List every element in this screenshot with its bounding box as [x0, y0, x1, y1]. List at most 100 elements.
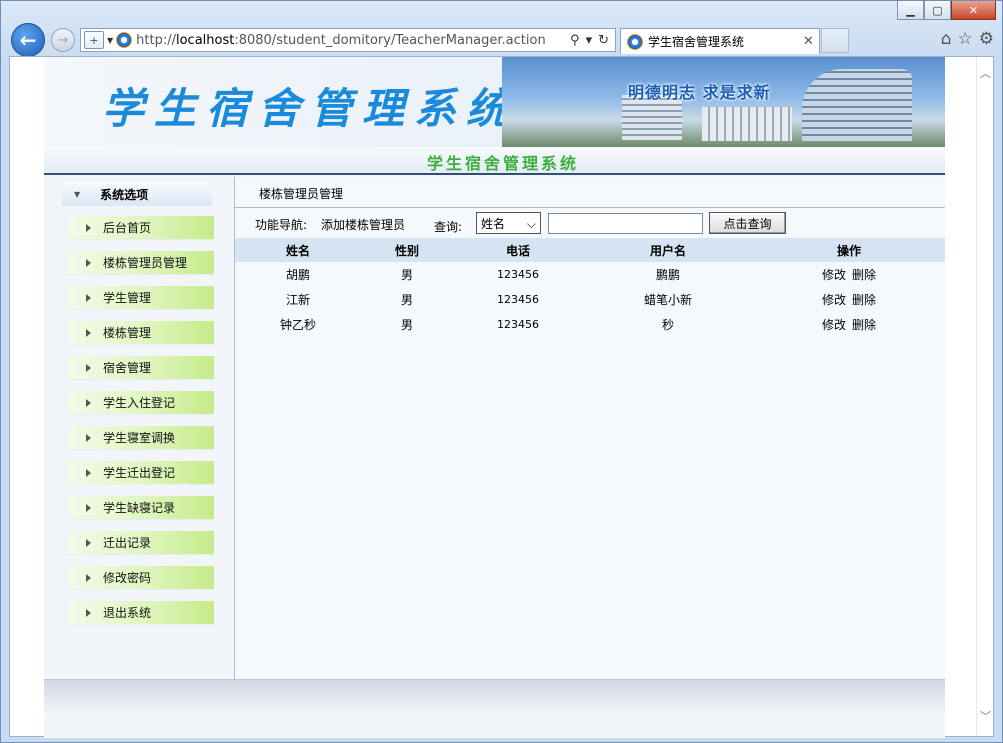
- sidebar-item-students[interactable]: 学生管理: [68, 286, 214, 310]
- sidebar-item-check-in[interactable]: 学生入住登记: [68, 391, 214, 415]
- ie-icon: [627, 34, 643, 50]
- cell-phone: 123456: [453, 293, 583, 306]
- back-arrow-icon[interactable]: ←: [11, 23, 45, 57]
- table-row: 钟乙秒 男 123456 秒 修改 删除: [235, 312, 945, 337]
- triangle-right-icon: [86, 259, 91, 267]
- table-header: 姓名 性别 电话 用户名 操作: [235, 238, 945, 262]
- cell-actions: 修改 删除: [753, 291, 945, 308]
- toolbar: 功能导航: 添加楼栋管理员 查询: 姓名 ⌵ 点击查询: [235, 210, 945, 238]
- main-content: 楼栋管理员管理 功能导航: 添加楼栋管理员 查询: 姓名 ⌵ 点击查询 姓名: [235, 177, 945, 679]
- triangle-right-icon: [86, 224, 91, 232]
- nav-label: 功能导航:: [255, 216, 307, 233]
- cell-actions: 修改 删除: [753, 316, 945, 333]
- sidebar-item-buildings[interactable]: 楼栋管理: [68, 321, 214, 345]
- delete-link[interactable]: 删除: [852, 291, 876, 308]
- triangle-right-icon: [86, 364, 91, 372]
- chevron-down-icon[interactable]: ▼: [107, 36, 113, 45]
- minimize-icon[interactable]: ▁: [897, 1, 924, 20]
- delete-link[interactable]: 删除: [852, 316, 876, 333]
- column-header: 姓名: [235, 242, 361, 259]
- edit-link[interactable]: 修改: [822, 266, 846, 283]
- sidebar-item-checkout-records[interactable]: 迁出记录: [68, 531, 214, 555]
- browser-tab[interactable]: 学生宿舍管理系统 ✕: [620, 28, 820, 54]
- site-subtitle: 学生宿舍管理系统: [427, 150, 579, 174]
- query-label: 查询:: [434, 218, 462, 235]
- sidebar-item-room-swap[interactable]: 学生寝室调换: [68, 426, 214, 450]
- sidebar-item-logout[interactable]: 退出系统: [68, 601, 214, 625]
- search-input[interactable]: [548, 213, 703, 234]
- triangle-right-icon: [86, 399, 91, 407]
- sidebar-item-building-admin[interactable]: 楼栋管理员管理: [68, 251, 214, 275]
- search-icon[interactable]: ⚲: [570, 33, 580, 48]
- page-title: 楼栋管理员管理: [259, 185, 343, 202]
- cell-actions: 修改 删除: [753, 266, 945, 283]
- refresh-icon[interactable]: ↻: [598, 33, 609, 48]
- triangle-right-icon: [86, 504, 91, 512]
- window-controls: ▁ ▢ ✕: [897, 1, 996, 20]
- triangle-right-icon: [86, 294, 91, 302]
- triangle-right-icon: [86, 329, 91, 337]
- ie-icon: [116, 32, 132, 48]
- close-icon[interactable]: ✕: [951, 1, 996, 20]
- address-bar[interactable]: + ▼ http://localhost:8080/student_domito…: [80, 28, 616, 52]
- sidebar-item-check-out[interactable]: 学生迁出登记: [68, 461, 214, 485]
- vertical-scrollbar[interactable]: ︿ ﹀: [976, 57, 993, 736]
- chevron-down-icon[interactable]: ▾: [586, 33, 593, 48]
- subtitle-bar: 学生宿舍管理系统: [44, 147, 945, 175]
- triangle-right-icon: [86, 574, 91, 582]
- sidebar-item-dorms[interactable]: 宿舍管理: [68, 356, 214, 380]
- gear-icon[interactable]: ⚙: [979, 29, 994, 49]
- cell-username: 鹏鹏: [583, 266, 753, 283]
- triangle-right-icon: [86, 434, 91, 442]
- sidebar-item-absence[interactable]: 学生缺寝记录: [68, 496, 214, 520]
- sidebar-heading[interactable]: ▼ 系统选项: [62, 182, 212, 206]
- tab-close-icon[interactable]: ✕: [803, 34, 819, 49]
- cell-username: 蜡笔小新: [583, 291, 753, 308]
- header-banner: 学生宿舍管理系统 明德明志 求是求新: [44, 57, 945, 147]
- cell-gender: 男: [361, 266, 453, 283]
- forward-arrow-icon[interactable]: →: [51, 28, 75, 52]
- browser-window: ▁ ▢ ✕ ← → + ▼ http://localhost:8080/stud…: [0, 0, 1003, 743]
- column-header: 用户名: [583, 242, 753, 259]
- new-tab-button[interactable]: [821, 28, 849, 53]
- triangle-right-icon: [86, 469, 91, 477]
- edit-link[interactable]: 修改: [822, 291, 846, 308]
- url-text[interactable]: http://localhost:8080/student_domitory/T…: [136, 33, 570, 48]
- admin-table: 姓名 性别 电话 用户名 操作 胡鹏 男 123456 鹏鹏 修改 删除: [235, 238, 945, 337]
- cell-name: 江新: [235, 291, 361, 308]
- edit-link[interactable]: 修改: [822, 316, 846, 333]
- sidebar: ▼ 系统选项 后台首页 楼栋管理员管理 学生管理 楼栋管理 宿舍管理 学生入住登…: [44, 177, 235, 679]
- page-footer: [44, 679, 945, 717]
- shield-icon[interactable]: +: [84, 31, 104, 49]
- cell-phone: 123456: [453, 318, 583, 331]
- add-admin-link[interactable]: 添加楼栋管理员: [321, 216, 405, 233]
- table-row: 江新 男 123456 蜡笔小新 修改 删除: [235, 287, 945, 312]
- sidebar-item-home[interactable]: 后台首页: [68, 216, 214, 240]
- chevron-down-icon: ⌵: [527, 217, 536, 232]
- home-icon[interactable]: ⌂: [941, 29, 952, 49]
- scroll-down-icon[interactable]: ﹀: [980, 708, 991, 724]
- column-header: 操作: [753, 242, 945, 259]
- column-header: 性别: [361, 242, 453, 259]
- cell-gender: 男: [361, 291, 453, 308]
- cell-name: 胡鹏: [235, 266, 361, 283]
- query-field-select[interactable]: 姓名 ⌵: [476, 212, 541, 234]
- site-logo: 学生宿舍管理系统: [102, 75, 518, 136]
- maximize-icon[interactable]: ▢: [924, 1, 951, 20]
- sidebar-item-change-password[interactable]: 修改密码: [68, 566, 214, 590]
- column-header: 电话: [453, 242, 583, 259]
- campus-image: 明德明志 求是求新: [502, 57, 945, 147]
- cell-name: 钟乙秒: [235, 316, 361, 333]
- cell-username: 秒: [583, 316, 753, 333]
- divider: [235, 207, 945, 208]
- star-icon[interactable]: ☆: [958, 29, 973, 49]
- slogan: 明德明志 求是求新: [628, 79, 771, 103]
- delete-link[interactable]: 删除: [852, 266, 876, 283]
- scroll-up-icon[interactable]: ︿: [980, 65, 991, 81]
- triangle-right-icon: [86, 539, 91, 547]
- table-row: 胡鹏 男 123456 鹏鹏 修改 删除: [235, 262, 945, 287]
- tab-title: 学生宿舍管理系统: [648, 33, 803, 50]
- cell-gender: 男: [361, 316, 453, 333]
- triangle-down-icon: ▼: [74, 190, 80, 199]
- search-button[interactable]: 点击查询: [709, 212, 786, 234]
